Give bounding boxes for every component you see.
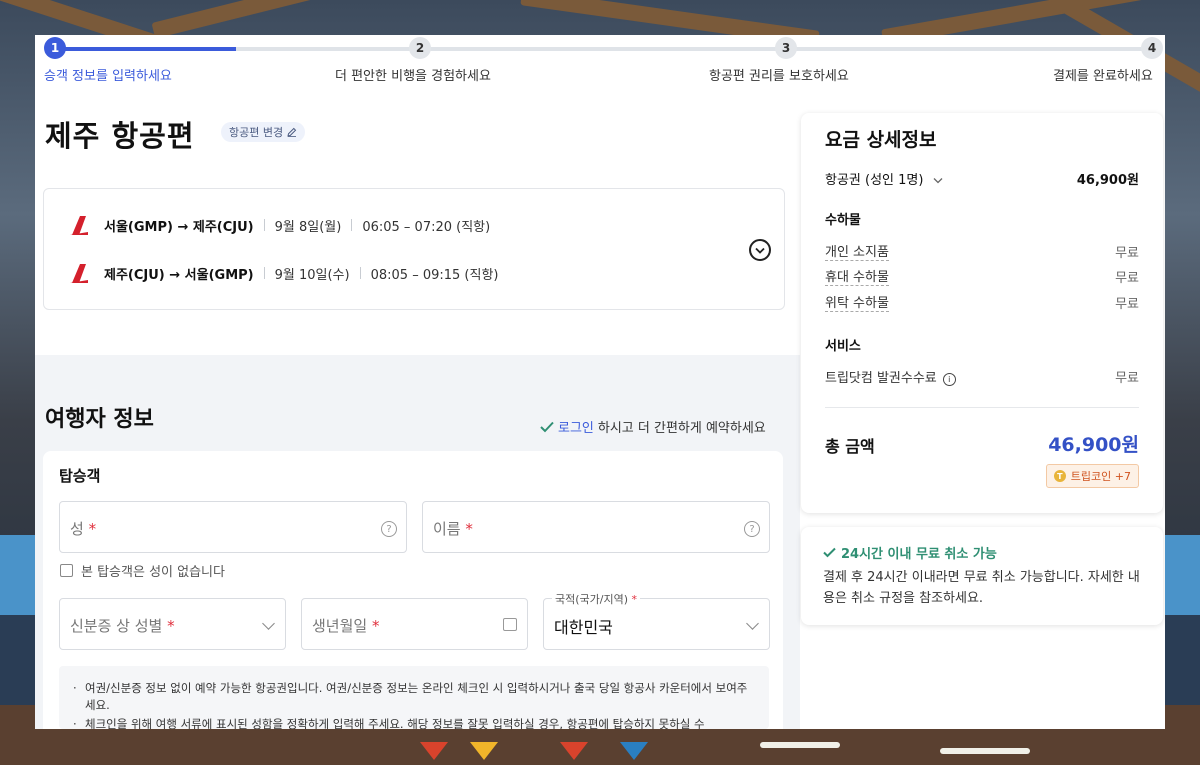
baggage-row: 개인 소지품 무료 [825, 241, 1139, 261]
baggage-value: 무료 [1115, 245, 1139, 261]
info-icon[interactable]: i [942, 373, 956, 386]
flight-route: 서울(GMP) → 제주(CJU) [104, 219, 254, 235]
service-fee-value: 무료 [1115, 371, 1139, 386]
no-surname-label: 본 탑승객은 성이 없습니다 [81, 565, 225, 580]
gender-select[interactable]: 신분증 상 성별 * [59, 598, 286, 650]
step-2-number: 2 [409, 37, 431, 59]
help-icon[interactable]: ? [744, 521, 760, 537]
no-surname-option[interactable]: 본 탑승객은 성이 없습니다 [60, 561, 225, 580]
passenger-title: 탑승객 [59, 467, 101, 485]
flight-time: 06:05 – 07:20 (직항) [362, 219, 491, 235]
flight-summary: 서울(GMP) → 제주(CJU) 9월 8일(월) 06:05 – 07:20… [43, 188, 785, 310]
calendar-icon [503, 618, 517, 631]
chevron-down-icon [755, 247, 765, 254]
baggage-label[interactable]: 휴대 수하물 [825, 266, 889, 286]
notice-line: 여권/신분증 정보 없이 예약 가능한 항공권입니다. 여권/신분증 정보는 온… [59, 680, 769, 714]
fare-title: 요금 상세정보 [825, 129, 937, 151]
nationality-value: 대한민국 [554, 618, 613, 637]
change-flight-button[interactable]: 항공편 변경 [221, 122, 306, 142]
notice-line: 체크인을 위해 여행 서류에 표시된 성함을 정확하게 입력해 주세요. 해당 … [59, 716, 769, 729]
trip-coin-badge: T 트립코인 +7 [1045, 464, 1139, 488]
given-name-field[interactable]: 이름 * ? [422, 501, 770, 553]
service-fee-row: 트립닷컴 발권수수료 i 무료 [825, 367, 1139, 386]
passport-notice: 여권/신분증 정보 없이 예약 가능한 항공권입니다. 여권/신분증 정보는 온… [59, 666, 769, 729]
flight-row-return: 제주(CJU) → 서울(GMP) 9월 10일(수) 08:05 – 09:1… [68, 261, 499, 285]
baggage-label[interactable]: 개인 소지품 [825, 241, 889, 261]
page-title: 제주 항공편 [45, 119, 195, 153]
check-icon [540, 421, 554, 432]
no-surname-checkbox[interactable] [60, 564, 73, 577]
flight-route: 제주(CJU) → 서울(GMP) [104, 267, 254, 283]
free-cancel-card: 24시간 이내 무료 취소 가능 결제 후 24시간 이내라면 무료 취소 가능… [801, 527, 1163, 625]
flight-date: 9월 10일(수) [274, 267, 350, 283]
change-flight-label: 항공편 변경 [229, 126, 284, 139]
fare-details-card: 요금 상세정보 항공권 (성인 1명) 46,900원 수하물 개인 소지품 무… [801, 113, 1163, 513]
baggage-row: 위탁 수하물 무료 [825, 292, 1139, 312]
baggage-title: 수하물 [825, 213, 861, 228]
baggage-label[interactable]: 위탁 수하물 [825, 292, 889, 312]
expand-flights-button[interactable] [749, 239, 771, 261]
booking-page: 1 승객 정보를 입력하세요 2 더 편안한 비행을 경험하세요 3 항공편 권… [35, 35, 1165, 729]
step-1-label: 승객 정보를 입력하세요 [44, 69, 172, 84]
login-link[interactable]: 로그인 [558, 417, 594, 436]
free-cancel-description: 결제 후 24시간 이내라면 무료 취소 가능합니다. 자세한 내용은 취소 규… [823, 570, 1140, 606]
airline-logo-icon [70, 264, 88, 283]
step-2-label: 더 편안한 비행을 경험하세요 [335, 69, 491, 84]
help-icon[interactable]: ? [381, 521, 397, 537]
coin-icon: T [1053, 470, 1066, 482]
step-4-label: 결제를 완료하세요 [1053, 69, 1153, 84]
total-label: 총 금액 [825, 437, 875, 456]
check-icon [823, 547, 836, 558]
login-hint: 로그인 하시고 더 간편하게 예약하세요 [540, 417, 766, 436]
free-cancel-title: 24시간 이내 무료 취소 가능 [823, 543, 997, 562]
divider [825, 407, 1139, 408]
pencil-icon [287, 127, 297, 137]
surname-field[interactable]: 성 * ? [59, 501, 407, 553]
progress-stepper: 1 승객 정보를 입력하세요 2 더 편안한 비행을 경험하세요 3 항공편 권… [35, 35, 1165, 87]
step-4-number: 4 [1141, 37, 1163, 59]
surname-placeholder: 성 * [70, 520, 97, 538]
flight-row-outbound: 서울(GMP) → 제주(CJU) 9월 8일(월) 06:05 – 07:20… [68, 213, 490, 237]
divider [263, 267, 265, 279]
step-3-label: 항공편 권리를 보호하세요 [709, 69, 849, 84]
divider [263, 219, 265, 231]
service-fee-label: 트립닷컴 발권수수료 i [825, 367, 956, 386]
nationality-label: 국적(국가/지역) * [552, 591, 641, 607]
chevron-down-icon [933, 178, 943, 184]
baggage-value: 무료 [1115, 296, 1139, 312]
trip-coin-label: 트립코인 +7 [1070, 470, 1131, 483]
stepper-progress [55, 47, 236, 51]
airline-logo-icon [70, 216, 88, 235]
step-1-number: 1 [44, 37, 66, 59]
divider [351, 219, 353, 231]
flight-date: 9월 8일(월) [274, 219, 342, 235]
login-hint-text: 하시고 더 간편하게 예약하세요 [597, 421, 766, 436]
step-3-number: 3 [775, 37, 797, 59]
nationality-select[interactable]: 국적(국가/지역) * 대한민국 [543, 591, 770, 650]
baggage-row: 휴대 수하물 무료 [825, 266, 1139, 286]
traveler-section-title: 여행자 정보 [45, 407, 154, 432]
divider [359, 267, 361, 279]
service-title: 서비스 [825, 339, 861, 354]
flight-time: 08:05 – 09:15 (직항) [370, 267, 499, 283]
birthdate-placeholder: 생년월일 * [312, 617, 380, 635]
passenger-form: 탑승객 성 * ? 이름 * ? 본 탑승객은 성이 없습니다 신분증 상 성별… [43, 451, 783, 729]
chevron-down-icon [746, 617, 759, 630]
ticket-row[interactable]: 항공권 (성인 1명) 46,900원 [825, 169, 1139, 188]
total-price: 46,900원 [1048, 434, 1139, 456]
ticket-label: 항공권 (성인 1명) [825, 169, 943, 188]
given-name-placeholder: 이름 * [433, 520, 473, 538]
chevron-down-icon [262, 617, 275, 630]
baggage-value: 무료 [1115, 270, 1139, 286]
birthdate-field[interactable]: 생년월일 * [301, 598, 528, 650]
ticket-price: 46,900원 [1076, 173, 1139, 188]
gender-placeholder: 신분증 상 성별 * [70, 617, 175, 635]
